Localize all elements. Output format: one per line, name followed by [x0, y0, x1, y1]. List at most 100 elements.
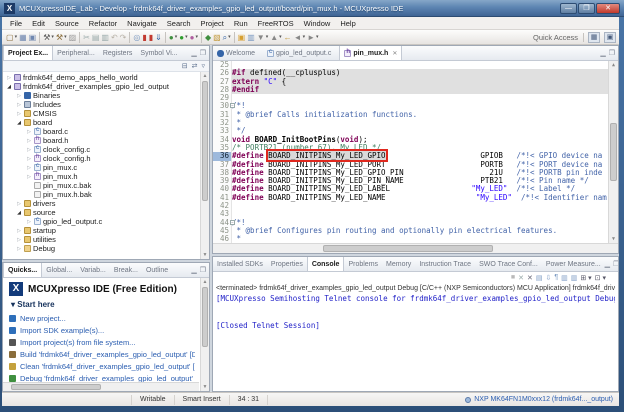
toolbar-button[interactable]: ◎: [132, 31, 141, 44]
expand-arrow-icon[interactable]: ▷: [16, 111, 22, 117]
toolbar-button[interactable]: ◆: [204, 31, 212, 44]
code-line[interactable]: #endif: [232, 86, 618, 94]
code-line[interactable]: #if defined(__cplusplus): [232, 69, 618, 77]
view-tab[interactable]: Quicks...: [3, 263, 42, 277]
toolbar-button[interactable]: ▨: [68, 31, 78, 44]
expand-arrow-icon[interactable]: ▷: [26, 165, 32, 171]
scroll-up-icon[interactable]: ▲: [201, 278, 209, 286]
expand-arrow-icon[interactable]: ▷: [6, 75, 12, 81]
expand-arrow-icon[interactable]: ▷: [26, 147, 32, 153]
toolbar-button[interactable]: ←: [283, 31, 293, 44]
expand-arrow-icon[interactable]: ▷: [16, 237, 22, 243]
minimize-view-icon[interactable]: ▁: [605, 260, 610, 268]
menu-item[interactable]: FreeRTOS: [253, 17, 299, 30]
line-number[interactable]: 46: [213, 235, 231, 243]
menu-item[interactable]: Search: [162, 17, 196, 30]
minimize-button[interactable]: —: [560, 3, 577, 14]
menu-item[interactable]: Run: [229, 17, 253, 30]
tree-item[interactable]: ▷utilities: [3, 235, 209, 244]
code-line[interactable]: [232, 202, 618, 210]
toolbar-button[interactable]: ▦: [18, 31, 28, 44]
toolbar-button[interactable]: ↷: [119, 31, 128, 44]
scroll-up-icon[interactable]: ▲: [201, 72, 209, 80]
console-toolbar-icon[interactable]: ■: [511, 274, 515, 281]
editor-tab[interactable]: gpio_led_output.c: [263, 46, 339, 60]
console-toolbar-icon[interactable]: ¶: [554, 274, 558, 281]
toolbar-button[interactable]: ▧: [212, 31, 222, 44]
tree-item[interactable]: ▷Binaries: [3, 91, 209, 100]
expand-arrow-icon[interactable]: ▷: [16, 93, 22, 99]
menu-item[interactable]: Help: [335, 17, 360, 30]
source-code[interactable]: #if defined(__cplusplus)extern "C" {#end…: [232, 61, 618, 243]
close-tab-icon[interactable]: ✕: [392, 50, 397, 57]
tree-item[interactable]: ▷pin_mux.h: [3, 172, 209, 181]
toolbar-button[interactable]: ◄▾: [293, 31, 306, 44]
console-toolbar-icon[interactable]: ✕: [518, 274, 524, 282]
expand-arrow-icon[interactable]: ▷: [26, 129, 32, 135]
view-tab[interactable]: Console: [307, 257, 345, 271]
code-line[interactable]: extern "C" {: [232, 78, 618, 86]
tree-item[interactable]: ▷Includes: [3, 100, 209, 109]
view-tab[interactable]: Global...: [42, 263, 76, 277]
tree-item[interactable]: pin_mux.c.bak: [3, 181, 209, 190]
tree-item[interactable]: ▷CMSIS: [3, 109, 209, 118]
console-toolbar-icon[interactable]: ⇩: [545, 274, 551, 282]
quickstart-action[interactable]: New project...: [9, 312, 195, 324]
console-toolbar-icon[interactable]: ⊡ ▾: [595, 274, 606, 282]
code-line[interactable]: *: [232, 235, 618, 243]
view-tab[interactable]: Memory: [382, 257, 415, 271]
view-tab[interactable]: Break...: [110, 263, 142, 277]
toolbar-button[interactable]: ▥: [100, 31, 110, 44]
code-editor[interactable]: 252627282930−313233343536373839404142434…: [213, 61, 618, 243]
start-here-section[interactable]: ▾ Start here: [11, 300, 195, 309]
fold-collapse-icon[interactable]: −: [230, 220, 235, 225]
tree-item[interactable]: ◢source: [3, 208, 209, 217]
tree-item[interactable]: ◢frdmk64f_driver_examples_gpio_led_outpu…: [3, 82, 209, 91]
view-tab[interactable]: Problems: [344, 257, 382, 271]
toolbar-button[interactable]: ●▾: [168, 31, 178, 44]
code-line[interactable]: * @brief Configures pin routing and opti…: [232, 227, 618, 235]
tree-item[interactable]: ▷frdmk64f_demo_apps_hello_world: [3, 73, 209, 82]
console-toolbar-icon[interactable]: ▥: [561, 274, 568, 282]
tree-item[interactable]: ▷startup: [3, 226, 209, 235]
scroll-down-icon[interactable]: ▼: [201, 383, 209, 391]
perspective-button[interactable]: ▦: [588, 32, 600, 43]
console-output[interactable]: <terminated> frdmk64f_driver_examples_gp…: [213, 283, 618, 391]
menu-item[interactable]: Navigate: [122, 17, 162, 30]
view-tab[interactable]: Variab...: [76, 263, 110, 277]
tree-item[interactable]: ▷clock_config.h: [3, 154, 209, 163]
console-toolbar-icon[interactable]: ⊞ ▾: [580, 274, 591, 282]
quickstart-vscrollbar[interactable]: ▲ ▼: [200, 278, 209, 391]
editor-vscrollbar[interactable]: ▲ ▼: [608, 61, 618, 243]
tree-item[interactable]: ◢board: [3, 118, 209, 127]
toolbar-icon[interactable]: ⇄: [192, 62, 198, 70]
menu-item[interactable]: Source: [50, 17, 84, 30]
toolbar-button[interactable]: ●▾: [178, 31, 188, 44]
toolbar-button[interactable]: ●▾: [189, 31, 199, 44]
code-line[interactable]: [232, 210, 618, 218]
editor-tab[interactable]: pin_mux.h ✕: [339, 46, 402, 60]
expand-arrow-icon[interactable]: ▷: [16, 246, 22, 252]
tree-scrollbar[interactable]: ▲ ▼: [200, 72, 209, 259]
menu-item[interactable]: Project: [196, 17, 229, 30]
menu-item[interactable]: File: [5, 17, 27, 30]
toolbar-button[interactable]: ▲▾: [269, 31, 282, 44]
toolbar-icon[interactable]: ⊟: [182, 62, 188, 70]
toolbar-button[interactable]: ⚒▾: [55, 31, 68, 44]
code-line[interactable]: #define BOARD_INITPINS_My_LED_NAME "My_L…: [232, 194, 618, 202]
editor-tab[interactable]: Welcome: [213, 46, 263, 60]
view-tab[interactable]: SWO Trace Conf...: [475, 257, 542, 271]
code-line[interactable]: *: [232, 119, 618, 127]
toolbar-icon[interactable]: ▿: [201, 62, 205, 70]
view-tab[interactable]: Power Measure...: [542, 257, 605, 271]
status-target-device[interactable]: NXP MK64FN1M0xxx12 (frdmk64f..._output): [465, 396, 619, 403]
toolbar-button[interactable]: ⌕▾: [222, 31, 232, 44]
expand-arrow-icon[interactable]: ▷: [26, 219, 32, 225]
view-tab[interactable]: Installed SDKs: [213, 257, 267, 271]
scroll-down-icon[interactable]: ▼: [609, 235, 618, 243]
collapse-arrow-icon[interactable]: ◢: [16, 120, 22, 126]
view-tab[interactable]: Symbol Vi...: [136, 46, 181, 60]
toolbar-button[interactable]: ▢▾: [5, 31, 18, 44]
minimize-view-icon[interactable]: ▁: [191, 266, 196, 274]
collapse-arrow-icon[interactable]: ◢: [16, 210, 22, 216]
